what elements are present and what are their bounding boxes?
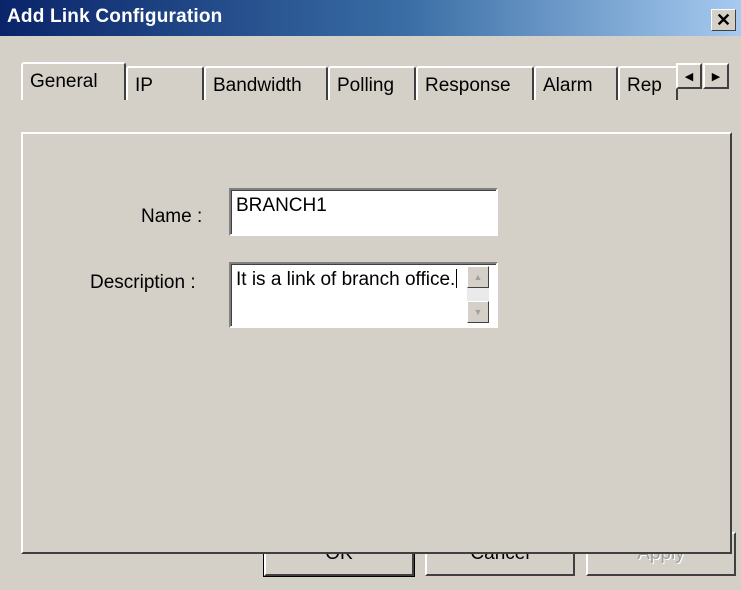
- tab-panel-general: Name : BRANCH1 Description : It is a lin…: [21, 132, 732, 554]
- tab-alarm[interactable]: Alarm: [534, 66, 618, 100]
- description-scrollbar[interactable]: ▲ ▼: [467, 266, 489, 323]
- tab-bandwidth[interactable]: Bandwidth: [204, 66, 328, 100]
- close-icon: ✕: [715, 10, 732, 30]
- tab-label: Bandwidth: [213, 75, 302, 96]
- window-title: Add Link Configuration: [7, 6, 223, 27]
- tab-scroll-right-button[interactable]: ▶: [703, 63, 729, 89]
- description-label: Description :: [90, 272, 196, 293]
- tab-scroll-left-button[interactable]: ◀: [676, 63, 702, 89]
- description-textarea[interactable]: It is a link of branch office. ▲ ▼: [229, 262, 498, 328]
- scroll-up-button[interactable]: ▲: [467, 266, 489, 288]
- name-label: Name :: [141, 206, 203, 227]
- tab-label: Response: [425, 75, 511, 96]
- scroll-down-button[interactable]: ▼: [467, 301, 489, 323]
- tab-label: Alarm: [543, 75, 593, 96]
- tab-response[interactable]: Response: [416, 66, 534, 100]
- tab-label: IP: [135, 75, 153, 96]
- description-value: It is a link of branch office.: [236, 269, 458, 290]
- tab-polling[interactable]: Polling: [328, 66, 416, 100]
- tab-general[interactable]: General: [21, 62, 126, 100]
- name-input[interactable]: BRANCH1: [229, 188, 498, 236]
- name-input-value: BRANCH1: [236, 195, 327, 216]
- tab-label: General: [30, 71, 98, 92]
- tab-label: Rep: [627, 75, 662, 96]
- triangle-right-icon: ▶: [711, 70, 721, 83]
- tab-reports[interactable]: Rep: [618, 66, 678, 100]
- scroll-up-icon: ▲: [473, 272, 483, 282]
- dialog-client: General IP Bandwidth Polling Response Al…: [0, 36, 741, 590]
- title-bar[interactable]: Add Link Configuration ✕: [0, 0, 741, 36]
- scroll-down-icon: ▼: [473, 307, 483, 317]
- close-button[interactable]: ✕: [711, 9, 736, 31]
- text-caret: [456, 269, 458, 288]
- triangle-left-icon: ◀: [684, 70, 694, 83]
- tab-ip[interactable]: IP: [126, 66, 204, 100]
- tab-label: Polling: [337, 75, 395, 96]
